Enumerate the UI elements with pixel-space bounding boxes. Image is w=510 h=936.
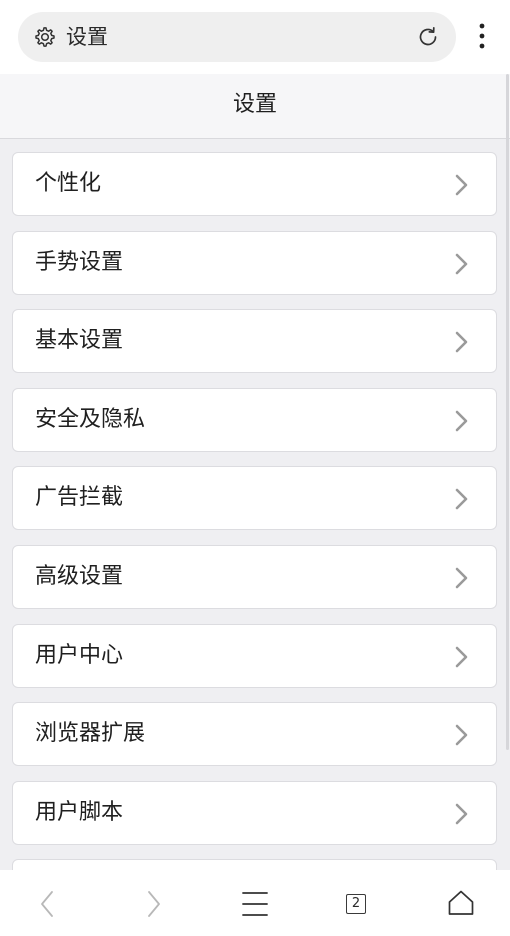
gear-icon xyxy=(34,26,56,48)
settings-item-label: 广告拦截 xyxy=(35,485,124,511)
chevron-right-icon xyxy=(454,487,470,511)
settings-item-user-center[interactable]: 用户中心 xyxy=(12,623,497,688)
settings-item-label: 手势设置 xyxy=(35,249,124,275)
tab-count-button[interactable]: 2 xyxy=(346,894,366,914)
settings-list: 个性化 手势设置 基本设置 安全及隐私 广告拦截 高级设置 用户中心 浏览器扩展… xyxy=(12,152,497,870)
scrollbar[interactable] xyxy=(506,74,509,750)
settings-item-ad-block[interactable]: 广告拦截 xyxy=(12,466,497,531)
page-header: 设置 xyxy=(0,74,510,139)
more-vertical-icon[interactable] xyxy=(470,20,494,54)
chevron-right-icon xyxy=(454,409,470,433)
address-text: 设置 xyxy=(66,25,108,49)
page-title: 设置 xyxy=(232,92,277,117)
address-bar[interactable]: 设置 xyxy=(18,12,456,62)
settings-item-user-scripts[interactable]: 用户脚本 xyxy=(12,780,497,845)
chevron-right-icon xyxy=(454,252,470,276)
settings-item-partial[interactable] xyxy=(12,859,497,870)
settings-item-label: 用户中心 xyxy=(35,642,124,668)
settings-item-extensions[interactable]: 浏览器扩展 xyxy=(12,702,497,767)
chevron-right-icon xyxy=(454,566,470,590)
back-icon[interactable] xyxy=(22,870,72,936)
hamburger-menu-icon[interactable] xyxy=(230,870,280,936)
settings-item-personalization[interactable]: 个性化 xyxy=(12,152,497,216)
chevron-right-icon xyxy=(454,330,470,354)
chevron-right-icon xyxy=(454,645,470,669)
settings-item-label: 个性化 xyxy=(35,171,102,196)
chevron-right-icon xyxy=(454,723,470,747)
chevron-right-icon xyxy=(454,173,470,197)
top-toolbar: 设置 xyxy=(0,0,510,74)
settings-item-label: 基本设置 xyxy=(35,328,124,354)
forward-icon[interactable] xyxy=(127,870,177,936)
settings-item-label: 高级设置 xyxy=(35,563,124,589)
settings-item-label: 用户脚本 xyxy=(35,799,124,825)
settings-item-security-privacy[interactable]: 安全及隐私 xyxy=(12,387,497,452)
settings-item-label: 安全及隐私 xyxy=(35,406,146,432)
settings-item-advanced[interactable]: 高级设置 xyxy=(12,544,497,609)
bottom-navigation: 2 xyxy=(0,870,510,936)
settings-item-gestures[interactable]: 手势设置 xyxy=(12,230,497,295)
settings-item-basic[interactable]: 基本设置 xyxy=(12,309,497,374)
home-icon[interactable] xyxy=(436,870,486,936)
reload-icon[interactable] xyxy=(416,25,440,49)
chevron-right-icon xyxy=(454,802,470,826)
settings-item-label: 浏览器扩展 xyxy=(35,721,146,747)
